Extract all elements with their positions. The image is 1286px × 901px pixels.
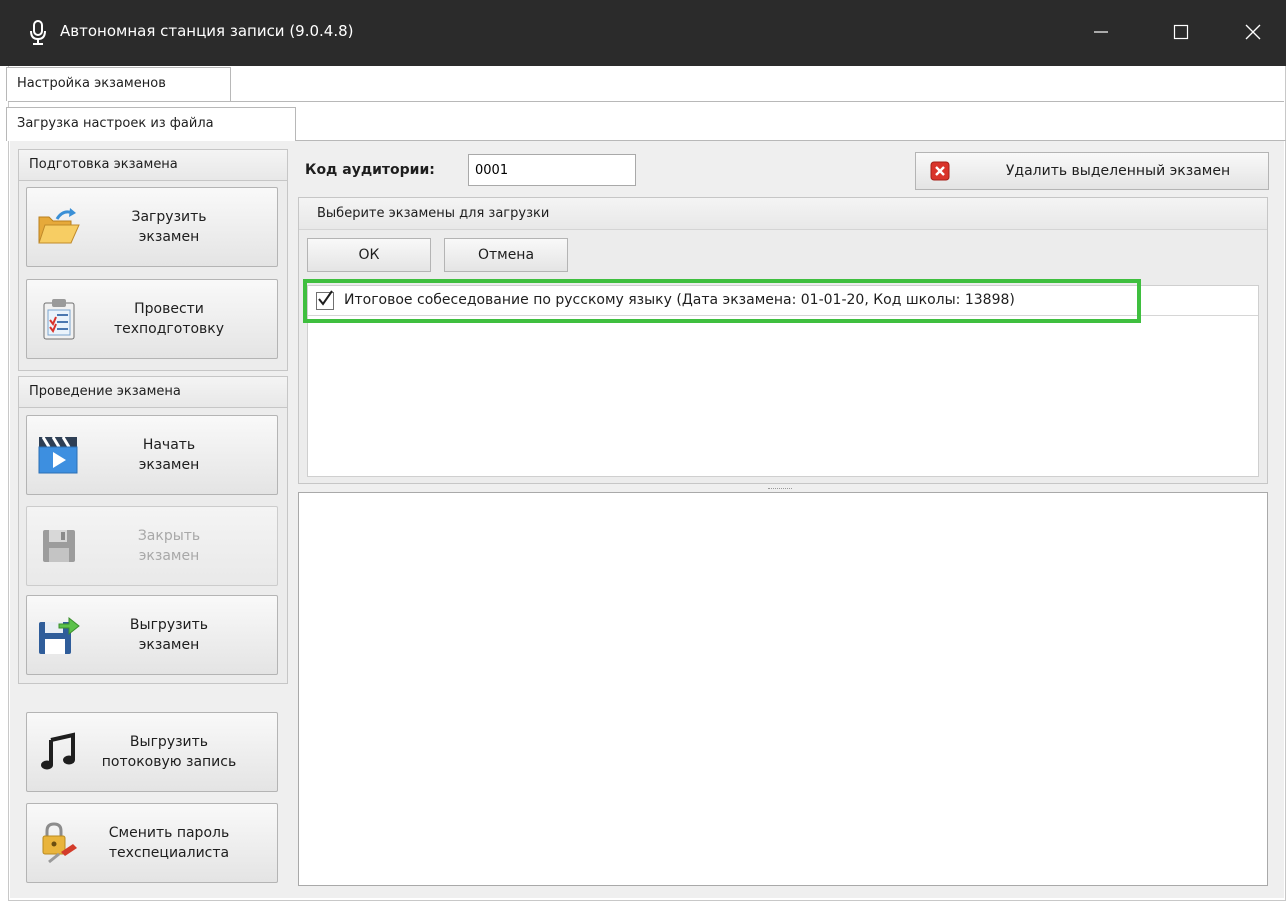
start-exam-label: Начать [142,437,196,453]
delete-selected-exam-button[interactable]: Удалить выделенный экзамен [915,152,1269,190]
delete-selected-exam-label: Удалить выделенный экзамен [1005,163,1231,179]
close-button[interactable] [1230,12,1276,52]
music-note-icon [37,730,81,774]
exam-select-panel: Выберите экзамены для загрузки ОК Отмена… [298,197,1268,484]
exam-item-label: Итоговое собеседование по русскому языку… [344,292,1015,308]
splitter-grip[interactable] [768,488,792,490]
export-exam-button[interactable]: Выгрузить экзамен [26,595,278,675]
exam-group-header: Проведение экзамена [19,377,287,408]
close-exam-label: Закрыть [137,528,201,544]
cancel-button[interactable]: Отмена [444,238,568,272]
tab-divider [8,101,1284,102]
tab-exam-settings[interactable]: Настройка экзаменов [6,67,231,101]
clapperboard-play-icon [37,433,81,477]
clipboard-checklist-icon [37,297,81,341]
window-title: Автономная станция записи (9.0.4.8) [60,22,354,40]
floppy-disk-icon [37,524,81,568]
close-icon [1245,24,1261,40]
open-folder-icon [37,205,81,249]
change-password-label: Сменить пароль [108,825,230,841]
close-exam-label-2: экзамен [138,548,200,564]
change-password-label-2: техспециалиста [108,845,230,861]
load-exam-label: Загрузить [131,209,207,225]
minimize-button[interactable] [1078,12,1124,52]
maximize-button[interactable] [1158,12,1204,52]
tech-prep-button[interactable]: Провести техподготовку [26,279,278,359]
ok-button[interactable]: ОК [307,238,431,272]
tech-prep-label: Провести [134,301,204,317]
delete-icon [930,161,950,181]
start-exam-button[interactable]: Начать экзамен [26,415,278,495]
microphone-icon [28,20,48,46]
load-exam-button[interactable]: Загрузить экзамен [26,187,278,267]
minimize-icon [1094,31,1108,33]
lock-key-icon [37,821,81,865]
change-password-button[interactable]: Сменить пароль техспециалиста [26,803,278,883]
prep-group-header: Подготовка экзамена [19,150,287,181]
tab-load-settings-from-file[interactable]: Загрузка настроек из файла [6,107,296,141]
export-stream-label: Выгрузить [129,734,209,750]
export-exam-label-2: экзамен [138,637,200,653]
room-code-input[interactable] [468,154,636,186]
start-exam-label-2: экзамен [138,457,200,473]
close-exam-button[interactable]: Закрыть экзамен [26,506,278,586]
export-exam-label: Выгрузить [129,617,209,633]
tech-prep-label-2: техподготовку [113,321,225,337]
save-export-icon [37,613,81,657]
checkmark-icon [318,290,333,306]
exam-checkbox[interactable] [316,290,334,310]
exam-list[interactable]: Итоговое собеседование по русскому языку… [307,285,1259,477]
maximize-icon [1173,24,1189,40]
exam-select-header: Выберите экзамены для загрузки [299,198,1267,230]
log-area[interactable] [298,492,1268,886]
export-stream-button[interactable]: Выгрузить потоковую запись [26,712,278,792]
room-code-label: Код аудитории: [305,162,435,178]
export-stream-label-2: потоковую запись [101,754,237,770]
title-bar: Автономная станция записи (9.0.4.8) [0,0,1286,66]
list-item[interactable]: Итоговое собеседование по русскому языку… [308,286,1258,316]
load-exam-label-2: экзамен [138,229,200,245]
